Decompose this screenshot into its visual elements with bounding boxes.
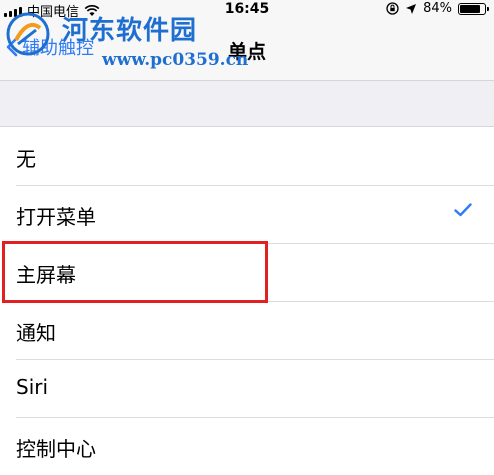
watermark-title: 河东软件园 xyxy=(62,16,198,46)
battery-percent: 84% xyxy=(423,1,452,16)
option-label: 通知 xyxy=(16,321,56,345)
battery-icon xyxy=(458,2,489,15)
checkmark-icon xyxy=(454,203,472,217)
watermark-logo-icon xyxy=(6,12,50,56)
option-label: Siri xyxy=(16,375,49,399)
option-siri[interactable]: Siri xyxy=(0,359,494,418)
option-notifications[interactable]: 通知 xyxy=(0,301,494,360)
option-label: 打开菜单 xyxy=(16,205,96,229)
watermark-site: www.pc0359.cn xyxy=(102,50,249,70)
location-icon xyxy=(406,3,417,14)
rotation-lock-icon xyxy=(386,2,399,15)
option-control-center[interactable]: 控制中心 xyxy=(0,417,494,475)
section-spacer xyxy=(0,81,494,127)
option-open-menu[interactable]: 打开菜单 xyxy=(0,185,494,244)
option-label: 控制中心 xyxy=(16,437,96,461)
watermark: 河东软件园 www.pc0359.cn xyxy=(6,6,248,74)
status-right: 84% xyxy=(386,1,489,16)
highlight-annotation-box xyxy=(2,241,268,303)
battery-fill xyxy=(460,4,481,13)
option-label: 无 xyxy=(16,147,36,171)
option-none[interactable]: 无 xyxy=(0,127,494,186)
